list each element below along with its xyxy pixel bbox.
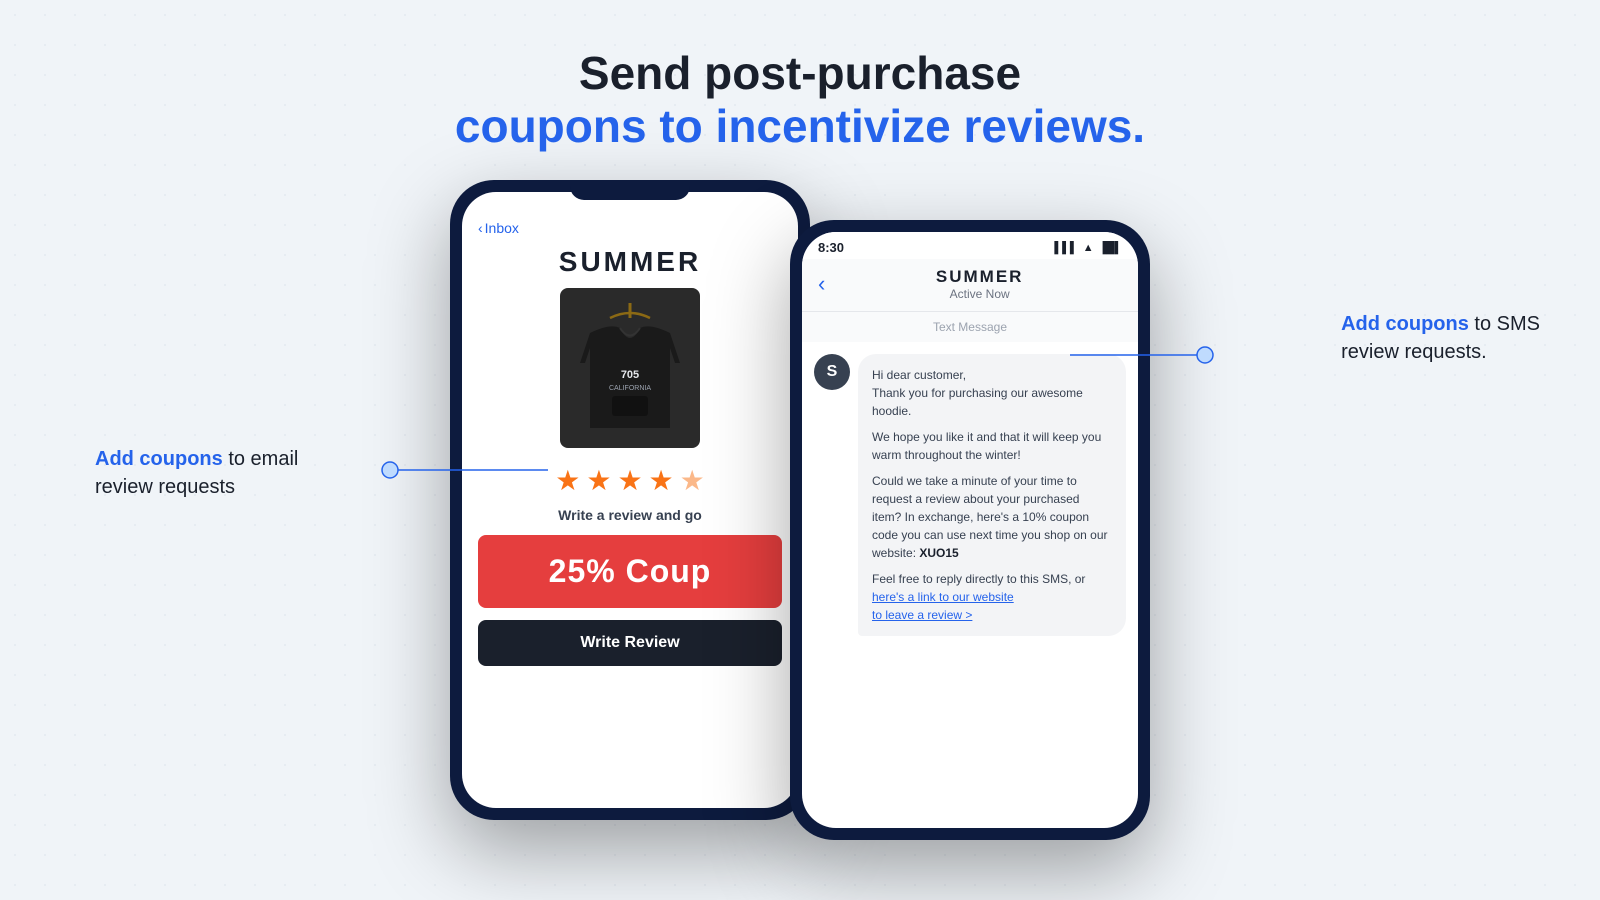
svg-text:705: 705 <box>621 369 639 381</box>
sms-status-icons: ▌▌▌ ▲ ▐█▌ <box>1054 242 1122 254</box>
sms-msg-4: Feel free to reply directly to this SMS,… <box>872 570 1112 624</box>
coupon-text: 25% Coup <box>496 553 764 590</box>
header: Send post-purchase coupons to incentiviz… <box>455 48 1145 154</box>
sms-header: ‹ SUMMER Active Now <box>802 259 1138 312</box>
sms-msg-2: We hope you like it and that it will kee… <box>872 428 1112 464</box>
hoodie-svg: 705 CALIFORNIA <box>570 298 690 438</box>
sms-time: 8:30 <box>818 240 844 255</box>
svg-text:CALIFORNIA: CALIFORNIA <box>609 385 651 392</box>
sms-message-label: Text Message <box>802 312 1138 342</box>
email-product-img: 705 CALIFORNIA <box>560 288 700 448</box>
sms-bubble: Hi dear customer,Thank you for purchasin… <box>858 354 1126 636</box>
sms-link[interactable]: here's a link to our websiteto leave a r… <box>872 590 1014 622</box>
annotation-left-blue: Add coupons <box>95 448 223 470</box>
phones-container: ‹ Inbox SUMMER <box>450 160 1150 840</box>
sms-contact-status: Active Now <box>837 287 1122 301</box>
sms-avatar-letter: S <box>827 363 838 381</box>
sms-msg-1: Hi dear customer,Thank you for purchasin… <box>872 366 1112 420</box>
wifi-icon: ▲ <box>1083 242 1094 254</box>
phone-sms: 8:30 ▌▌▌ ▲ ▐█▌ ‹ SUMMER Active Now <box>790 220 1150 840</box>
email-write-review-btn[interactable]: Write Review <box>478 620 782 666</box>
header-line2: coupons to incentivize reviews. <box>455 99 1145 154</box>
email-inbox-bar: ‹ Inbox <box>478 220 782 236</box>
sms-back-btn[interactable]: ‹ <box>818 271 825 297</box>
email-stars: ★ ★ ★ ★ ★ <box>555 464 705 497</box>
phone-email-screen: ‹ Inbox SUMMER <box>462 192 798 808</box>
phone-email: ‹ Inbox SUMMER <box>450 180 810 820</box>
email-brand: SUMMER <box>478 246 782 278</box>
sms-header-info: SUMMER Active Now <box>837 267 1122 301</box>
sms-contact-name: SUMMER <box>837 267 1122 287</box>
header-line1: Send post-purchase <box>455 48 1145 99</box>
sms-status-bar: 8:30 ▌▌▌ ▲ ▐█▌ <box>802 232 1138 259</box>
battery-icon: ▐█▌ <box>1099 242 1122 254</box>
phone-email-notch <box>570 180 690 200</box>
annotation-right: Add coupons to SMSreview requests. <box>1341 310 1540 366</box>
inbox-label: Inbox <box>485 220 519 236</box>
annotation-left: Add coupons to emailreview requests <box>95 445 298 501</box>
annotation-right-blue: Add coupons <box>1341 313 1469 335</box>
signal-bars-icon: ▌▌▌ <box>1054 242 1077 254</box>
phone-sms-screen: 8:30 ▌▌▌ ▲ ▐█▌ ‹ SUMMER Active Now <box>802 232 1138 828</box>
email-back-btn[interactable]: ‹ Inbox <box>478 220 519 236</box>
email-screen-inner: ‹ Inbox SUMMER <box>462 192 798 682</box>
sms-msg-3: Could we take a minute of your time to r… <box>872 472 1112 562</box>
sms-avatar: S <box>814 354 850 390</box>
sms-coupon-code: XUO15 <box>919 546 958 560</box>
page-wrapper: Send post-purchase coupons to incentiviz… <box>0 0 1600 900</box>
email-review-subtitle: Write a review and go <box>558 507 702 523</box>
sms-messages-area: S Hi dear customer,Thank you for purchas… <box>802 342 1138 648</box>
email-coupon-banner: 25% Coup <box>478 535 782 608</box>
